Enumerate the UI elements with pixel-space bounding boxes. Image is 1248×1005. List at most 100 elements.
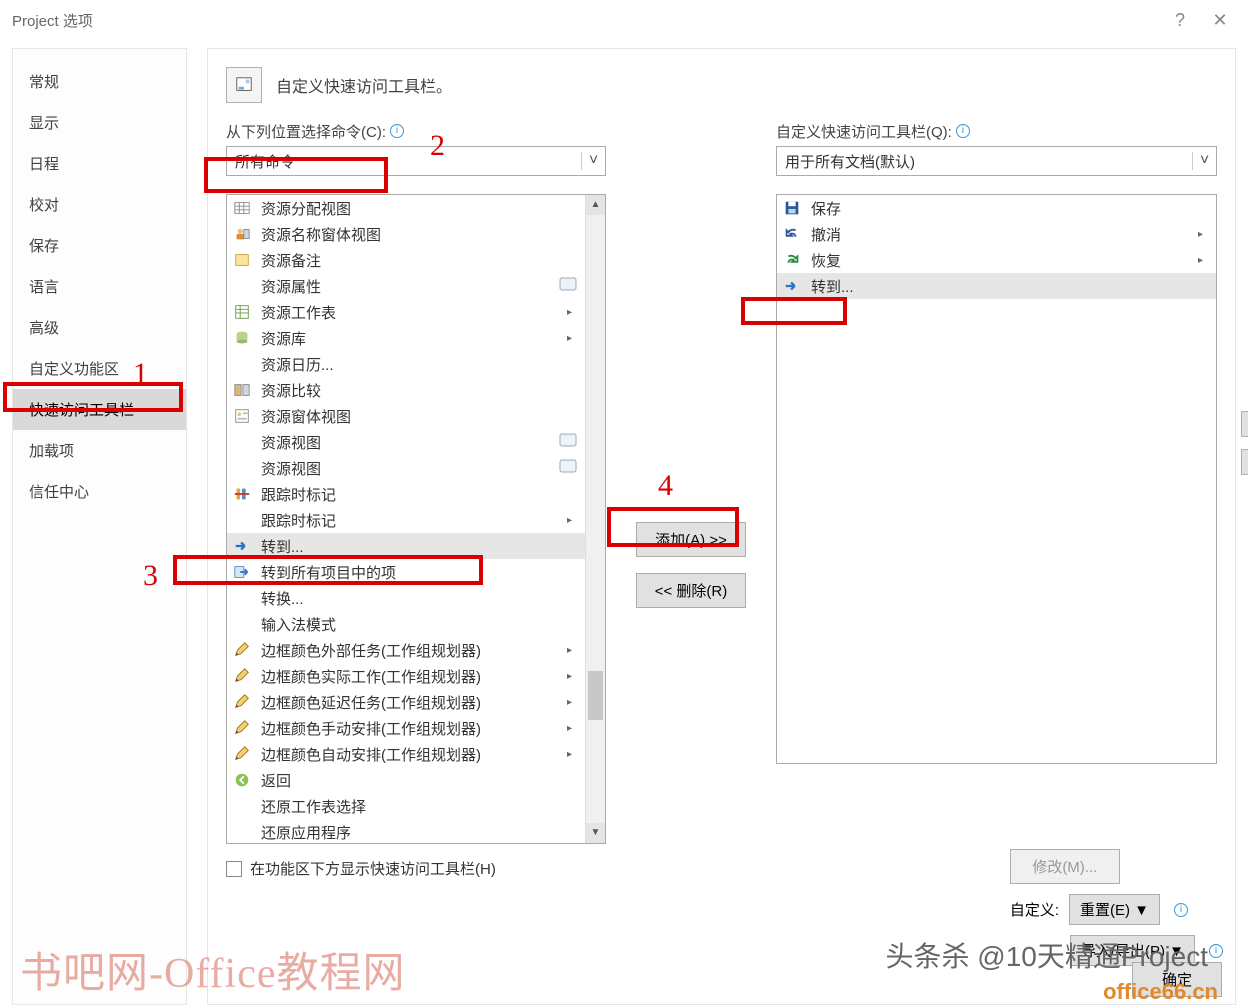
badge-icon: [559, 459, 581, 478]
db-icon: [231, 328, 253, 348]
sidebar-item-6[interactable]: 高级: [13, 307, 186, 348]
command-item[interactable]: 跟踪时标记▸: [227, 507, 585, 533]
grid-icon: [231, 198, 253, 218]
redo-icon: [781, 250, 803, 270]
scrollbar[interactable]: ▲ ▼: [585, 195, 605, 843]
scroll-up-button[interactable]: ▲: [586, 195, 605, 215]
command-label: 跟踪时标记: [261, 484, 581, 505]
blank-icon: [231, 432, 253, 452]
compare-icon: [231, 380, 253, 400]
commands-source-dropdown[interactable]: 所有命令 ˅: [226, 146, 606, 176]
help-button[interactable]: ?: [1160, 10, 1200, 31]
qat-item[interactable]: 转到...: [777, 273, 1216, 299]
submenu-indicator-icon: ▸: [567, 515, 581, 526]
pen-icon: [231, 744, 253, 764]
qat-item[interactable]: 撤消▸: [777, 221, 1216, 247]
command-item[interactable]: 资源工作表▸: [227, 299, 585, 325]
blank-icon: [231, 588, 253, 608]
sidebar-item-10[interactable]: 信任中心: [13, 471, 186, 512]
heading-text: 自定义快速访问工具栏。: [276, 73, 452, 97]
command-label: 资源视图: [261, 432, 559, 453]
back-icon: [231, 770, 253, 790]
qat-item-label: 撤消: [811, 224, 1198, 245]
command-item[interactable]: 转到...: [227, 533, 585, 559]
chevron-down-icon: ˅: [1192, 152, 1216, 170]
move-down-button[interactable]: ▼: [1241, 449, 1248, 475]
undo-icon: [781, 224, 803, 244]
submenu-indicator-icon: ▸: [567, 307, 581, 318]
scroll-down-button[interactable]: ▼: [586, 823, 605, 843]
close-button[interactable]: ✕: [1200, 10, 1240, 31]
command-item[interactable]: 边框颜色实际工作(工作组规划器)▸: [227, 663, 585, 689]
titlebar: Project 选项 ? ✕: [0, 0, 1248, 40]
target-dropdown[interactable]: 用于所有文档(默认) ˅: [776, 146, 1217, 176]
blank-icon: [231, 796, 253, 816]
command-item[interactable]: 边框颜色延迟任务(工作组规划器)▸: [227, 689, 585, 715]
pen-icon: [231, 666, 253, 686]
command-item[interactable]: 边框颜色手动安排(工作组规划器)▸: [227, 715, 585, 741]
qat-heading-icon: [226, 67, 262, 103]
ok-button[interactable]: 确定: [1132, 962, 1222, 997]
command-item[interactable]: 资源比较: [227, 377, 585, 403]
command-label: 资源视图: [261, 458, 559, 479]
command-label: 资源分配视图: [261, 198, 581, 219]
sidebar-item-2[interactable]: 日程: [13, 143, 186, 184]
form-icon: [231, 406, 253, 426]
sidebar-item-1[interactable]: 显示: [13, 102, 186, 143]
show-below-ribbon-checkbox[interactable]: [226, 861, 242, 877]
sidebar-item-3[interactable]: 校对: [13, 184, 186, 225]
window-title: Project 选项: [8, 10, 1160, 31]
command-item[interactable]: 资源属性: [227, 273, 585, 299]
save-icon: [781, 198, 803, 218]
sheet-icon: [231, 302, 253, 322]
command-label: 边框颜色手动安排(工作组规划器): [261, 718, 567, 739]
blank-icon: [231, 354, 253, 374]
command-item[interactable]: 返回: [227, 767, 585, 793]
submenu-indicator-icon: ▸: [1198, 255, 1212, 266]
qat-item[interactable]: 恢复▸: [777, 247, 1216, 273]
submenu-indicator-icon: ▸: [567, 333, 581, 344]
scroll-thumb[interactable]: [588, 671, 603, 720]
submenu-indicator-icon: ▸: [567, 749, 581, 760]
command-item[interactable]: 资源窗体视图: [227, 403, 585, 429]
command-item[interactable]: 转换...: [227, 585, 585, 611]
command-item[interactable]: 资源视图: [227, 455, 585, 481]
blank-icon: [231, 458, 253, 478]
command-item[interactable]: 边框颜色外部任务(工作组规划器)▸: [227, 637, 585, 663]
blank-icon: [231, 822, 253, 842]
command-item[interactable]: 还原应用程序: [227, 819, 585, 844]
move-up-button[interactable]: ▲: [1241, 411, 1248, 437]
command-item[interactable]: 资源日历...: [227, 351, 585, 377]
command-item[interactable]: 资源库▸: [227, 325, 585, 351]
sidebar-item-5[interactable]: 语言: [13, 266, 186, 307]
note-icon: [231, 250, 253, 270]
sidebar-item-7[interactable]: 自定义功能区: [13, 348, 186, 389]
available-commands-list[interactable]: 资源分配视图资源名称窗体视图资源备注资源属性资源工作表▸资源库▸资源日历...资…: [226, 194, 606, 844]
add-button[interactable]: 添加(A) >>: [636, 522, 746, 557]
reset-dropdown-button[interactable]: 重置(E) ▼: [1069, 894, 1160, 925]
command-item[interactable]: 资源名称窗体视图: [227, 221, 585, 247]
sidebar-item-0[interactable]: 常规: [13, 61, 186, 102]
gotoall-icon: [231, 562, 253, 582]
sidebar-item-9[interactable]: 加载项: [13, 430, 186, 471]
sidebar-item-4[interactable]: 保存: [13, 225, 186, 266]
command-item[interactable]: 跟踪时标记: [227, 481, 585, 507]
sidebar: 常规显示日程校对保存语言高级自定义功能区快速访问工具栏加载项信任中心: [12, 48, 187, 1005]
track-icon: [231, 484, 253, 504]
qat-commands-list[interactable]: 保存撤消▸恢复▸转到...: [776, 194, 1217, 764]
command-item[interactable]: 资源分配视图: [227, 195, 585, 221]
command-item[interactable]: 转到所有项目中的项: [227, 559, 585, 585]
command-item[interactable]: 资源备注: [227, 247, 585, 273]
remove-button[interactable]: << 删除(R): [636, 573, 746, 608]
command-item[interactable]: 输入法模式: [227, 611, 585, 637]
sidebar-item-8[interactable]: 快速访问工具栏: [13, 389, 186, 430]
qat-item[interactable]: 保存: [777, 195, 1216, 221]
command-item[interactable]: 还原工作表选择: [227, 793, 585, 819]
blank-icon: [231, 614, 253, 634]
command-item[interactable]: 资源视图: [227, 429, 585, 455]
command-label: 跟踪时标记: [261, 510, 567, 531]
user-icon: [231, 224, 253, 244]
command-item[interactable]: 边框颜色自动安排(工作组规划器)▸: [227, 741, 585, 767]
submenu-indicator-icon: ▸: [567, 645, 581, 656]
command-label: 还原应用程序: [261, 822, 581, 843]
